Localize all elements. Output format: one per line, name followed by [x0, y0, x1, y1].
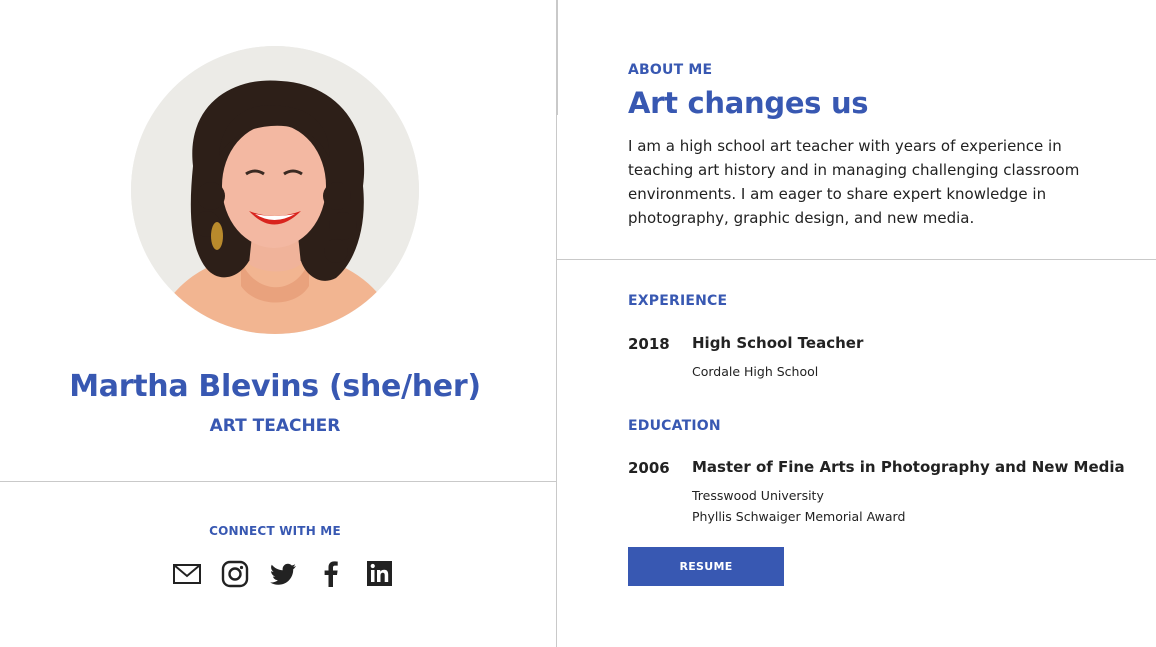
connect-heading: CONNECT WITH ME [209, 524, 341, 538]
mail-icon[interactable] [172, 560, 202, 588]
about-label: ABOUT ME [628, 62, 713, 78]
facebook-icon[interactable] [316, 560, 346, 588]
vertical-divider-accent [556, 0, 558, 115]
experience-title: High School Teacher [692, 334, 864, 352]
about-title: Art changes us [628, 86, 869, 120]
resume-button[interactable]: RESUME [628, 547, 784, 586]
education-award: Phyllis Schwaiger Memorial Award [692, 509, 906, 524]
experience-school: Cordale High School [692, 364, 819, 379]
education-title: Master of Fine Arts in Photography and N… [692, 458, 1125, 476]
experience-year: 2018 [628, 335, 670, 353]
social-links [172, 560, 394, 588]
education-school: Tresswood University [692, 488, 824, 503]
education-label: EDUCATION [628, 418, 721, 434]
education-year: 2006 [628, 459, 670, 477]
instagram-icon[interactable] [220, 560, 250, 588]
about-text: I am a high school art teacher with year… [628, 137, 1080, 227]
twitter-icon[interactable] [268, 560, 298, 588]
linkedin-icon[interactable] [364, 560, 394, 588]
experience-label: EXPERIENCE [628, 293, 728, 309]
left-horizontal-divider [0, 481, 557, 482]
profile-photo [131, 46, 419, 334]
profile-role: ART TEACHER [209, 416, 341, 436]
profile-name: Martha Blevins (she/her) [69, 369, 481, 404]
right-horizontal-divider [557, 259, 1156, 260]
